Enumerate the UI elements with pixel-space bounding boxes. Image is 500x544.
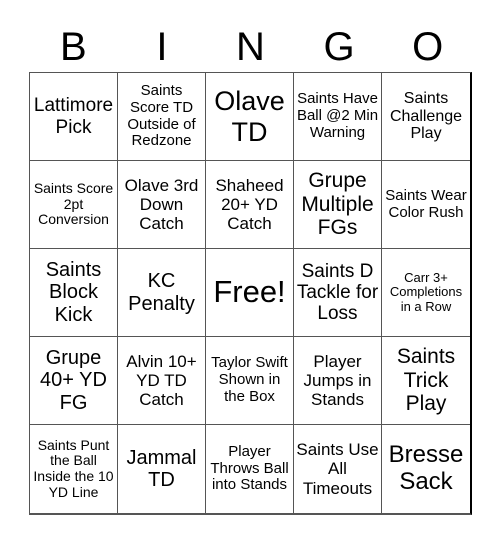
cell-label: Olave TD bbox=[214, 86, 285, 147]
cell-label: Saints Challenge Play bbox=[389, 89, 463, 143]
cell-label: Saints Trick Play bbox=[396, 345, 456, 416]
cell-label: Saints Wear Color Rush bbox=[385, 186, 467, 221]
header-letter-b: B bbox=[59, 25, 87, 69]
cell-label: Jammal TD bbox=[126, 446, 197, 491]
cell-label: Olave 3rd Down Catch bbox=[124, 175, 199, 234]
header-letter-g: G bbox=[323, 25, 355, 69]
bingo-cell[interactable]: Taylor Swift Shown in the Box bbox=[206, 337, 294, 425]
bingo-cell[interactable]: Carr 3+ Completions in a Row bbox=[382, 249, 470, 337]
bingo-grid: Lattimore Pick Saints Score TD Outside o… bbox=[29, 72, 472, 515]
bingo-cell[interactable]: Grupe Multiple FGs bbox=[294, 161, 382, 249]
cell-label: Saints Block Kick bbox=[45, 258, 102, 326]
cell-label: Bresse Sack bbox=[388, 441, 464, 495]
cell-label: Saints Punt the Ball Inside the 10 YD Li… bbox=[33, 436, 114, 500]
bingo-cell[interactable]: Player Jumps in Stands bbox=[294, 337, 382, 425]
bingo-cell[interactable]: Grupe 40+ YD FG bbox=[30, 337, 118, 425]
cell-label: Lattimore Pick bbox=[33, 95, 114, 138]
bingo-cell[interactable]: Saints Score 2pt Conversion bbox=[30, 161, 118, 249]
bingo-cell[interactable]: Alvin 10+ YD TD Catch bbox=[118, 337, 206, 425]
cell-label: Saints Use All Timeouts bbox=[296, 440, 379, 498]
cell-label: Player Throws Ball into Stands bbox=[210, 442, 289, 494]
cell-label: Alvin 10+ YD TD Catch bbox=[126, 351, 197, 410]
bingo-cell[interactable]: Olave TD bbox=[206, 73, 294, 161]
bingo-cell[interactable]: KC Penalty bbox=[118, 249, 206, 337]
cell-label: Taylor Swift Shown in the Box bbox=[211, 354, 288, 405]
bingo-cell[interactable]: Saints Score TD Outside of Redzone bbox=[118, 73, 206, 161]
bingo-cell[interactable]: Bresse Sack bbox=[382, 425, 470, 513]
free-space-label: Free! bbox=[213, 274, 286, 310]
bingo-cell[interactable]: Saints Use All Timeouts bbox=[294, 425, 382, 513]
header-letter-i: I bbox=[156, 25, 168, 69]
bingo-cell[interactable]: Saints D Tackle for Loss bbox=[294, 249, 382, 337]
header-letter-o: O bbox=[412, 25, 444, 69]
bingo-cell[interactable]: Lattimore Pick bbox=[30, 73, 118, 161]
cell-label: Shaheed 20+ YD Catch bbox=[215, 175, 284, 234]
bingo-cell[interactable]: Saints Trick Play bbox=[382, 337, 470, 425]
bingo-cell[interactable]: Player Throws Ball into Stands bbox=[206, 425, 294, 513]
cell-label: Grupe Multiple FGs bbox=[301, 169, 374, 240]
bingo-cell[interactable]: Jammal TD bbox=[118, 425, 206, 513]
bingo-cell[interactable]: Shaheed 20+ YD Catch bbox=[206, 161, 294, 249]
cell-label: Player Jumps in Stands bbox=[303, 351, 372, 410]
bingo-cell[interactable]: Saints Block Kick bbox=[30, 249, 118, 337]
cell-label: KC Penalty bbox=[128, 270, 195, 315]
free-space-cell[interactable]: Free! bbox=[206, 249, 294, 337]
cell-label: Carr 3+ Completions in a Row bbox=[389, 269, 463, 314]
bingo-cell[interactable]: Olave 3rd Down Catch bbox=[118, 161, 206, 249]
bingo-cell[interactable]: Saints Wear Color Rush bbox=[382, 161, 470, 249]
header-letter-n: N bbox=[236, 25, 265, 69]
bingo-cell[interactable]: Saints Have Ball @2 Min Warning bbox=[294, 73, 382, 161]
cell-label: Saints D Tackle for Loss bbox=[296, 260, 379, 325]
cell-label: Grupe 40+ YD FG bbox=[40, 346, 107, 414]
bingo-cell[interactable]: Saints Challenge Play bbox=[382, 73, 470, 161]
bingo-header: B I N G O bbox=[29, 22, 472, 72]
cell-label: Saints Score 2pt Conversion bbox=[33, 179, 114, 228]
cell-label: Saints Score TD Outside of Redzone bbox=[127, 81, 196, 150]
cell-label: Saints Have Ball @2 Min Warning bbox=[296, 90, 379, 141]
bingo-cell[interactable]: Saints Punt the Ball Inside the 10 YD Li… bbox=[30, 425, 118, 513]
